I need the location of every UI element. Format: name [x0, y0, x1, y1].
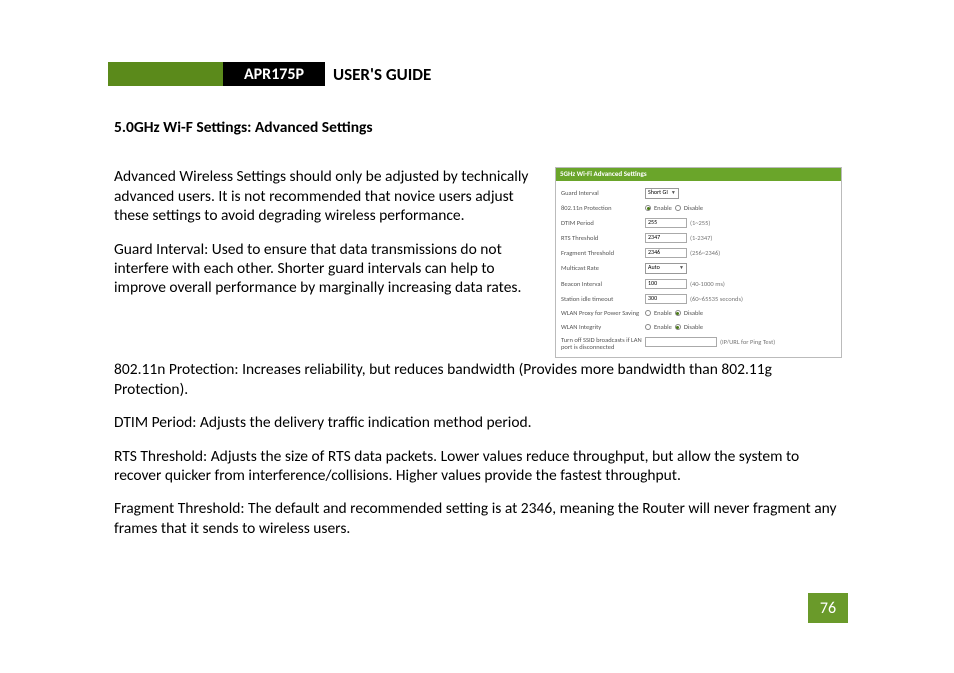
- intro-text: Advanced Wireless Settings should only b…: [114, 167, 545, 358]
- radio-enable-icon[interactable]: [645, 205, 651, 211]
- input-beacon[interactable]: 100: [645, 279, 687, 289]
- input-ping-test[interactable]: [645, 337, 717, 347]
- settings-panel: 5GHz Wi-Fi Advanced Settings Guard Inter…: [555, 167, 842, 358]
- label-fragment: Fragment Threshold: [561, 249, 645, 257]
- header-accent: [108, 62, 223, 86]
- paragraph-dtim: DTIM Period: Adjusts the delivery traffi…: [114, 413, 842, 432]
- radio-integ-disable-label: Disable: [684, 323, 703, 331]
- section-heading: 5.0GHz Wi-F Settings: Advanced Settings: [114, 118, 842, 137]
- hint-fragment: (256~2346): [690, 249, 720, 257]
- paragraph-intro1: Advanced Wireless Settings should only b…: [114, 167, 545, 225]
- radio-proxy-disable-icon[interactable]: [675, 310, 681, 316]
- label-rts: RTS Threshold: [561, 234, 645, 242]
- radio-enable-label: Enable: [654, 204, 672, 212]
- model-badge: APR175P: [223, 62, 325, 86]
- label-wlan-integrity: WLAN Integrity: [561, 323, 645, 331]
- radio-proxy-enable-label: Enable: [654, 309, 672, 317]
- label-turn-off-ssid: Turn off SSID broadcasts if LAN port is …: [561, 337, 645, 351]
- row-wlan-proxy: WLAN Proxy for Power Saving Enable Disab…: [561, 306, 836, 320]
- radio-proxy-enable-icon[interactable]: [645, 310, 651, 316]
- label-wlan-proxy: WLAN Proxy for Power Saving: [561, 309, 645, 317]
- radio-integ-disable-icon[interactable]: [675, 324, 681, 330]
- hint-dtim: (1~255): [690, 219, 710, 227]
- input-dtim[interactable]: 255: [645, 218, 687, 228]
- row-wlan-integrity: WLAN Integrity Enable Disable: [561, 320, 836, 334]
- paragraph-rts: RTS Threshold: Adjusts the size of RTS d…: [114, 447, 842, 486]
- row-rts: RTS Threshold 2347 (1-2347): [561, 230, 836, 245]
- label-dtim: DTIM Period: [561, 219, 645, 227]
- page-header: APR175P USER'S GUIDE: [108, 62, 838, 86]
- radio-disable-icon[interactable]: [675, 205, 681, 211]
- row-multicast: Multicast Rate Auto: [561, 260, 836, 276]
- content-area: 5.0GHz Wi-F Settings: Advanced Settings …: [114, 118, 842, 552]
- paragraph-intro2: Guard Interval: Used to ensure that data…: [114, 240, 545, 298]
- hint-beacon: (40-1000 ms): [690, 280, 725, 288]
- row-80211n-protection: 802.11n Protection Enable Disable: [561, 201, 836, 215]
- page-number: 76: [808, 593, 848, 623]
- hint-rts: (1-2347): [690, 234, 712, 242]
- label-80211n: 802.11n Protection: [561, 204, 645, 212]
- radio-proxy-disable-label: Disable: [684, 309, 703, 317]
- label-beacon: Beacon Interval: [561, 280, 645, 288]
- input-station-idle[interactable]: 300: [645, 294, 687, 304]
- radio-disable-label: Disable: [684, 204, 703, 212]
- paragraph-80211n: 802.11n Protection: Increases reliabilit…: [114, 360, 842, 399]
- row-station-idle: Station idle timeout 300 (60~65535 secon…: [561, 291, 836, 306]
- input-rts[interactable]: 2347: [645, 233, 687, 243]
- row-beacon: Beacon Interval 100 (40-1000 ms): [561, 276, 836, 291]
- select-multicast[interactable]: Auto: [645, 263, 687, 274]
- input-fragment[interactable]: 2346: [645, 248, 687, 258]
- hint-station-idle: (60~65535 seconds): [690, 295, 743, 303]
- row-fragment: Fragment Threshold 2346 (256~2346): [561, 245, 836, 260]
- label-guard-interval: Guard Interval: [561, 189, 645, 197]
- header-title: USER'S GUIDE: [325, 62, 431, 86]
- paragraph-fragment: Fragment Threshold: The default and reco…: [114, 499, 842, 538]
- radio-integ-enable-icon[interactable]: [645, 324, 651, 330]
- row-dtim: DTIM Period 255 (1~255): [561, 215, 836, 230]
- label-station-idle: Station idle timeout: [561, 295, 645, 303]
- hint-ping-test: (IP/URL for Ping Test): [720, 338, 775, 346]
- select-guard-interval[interactable]: Short GI: [645, 188, 679, 199]
- row-guard-interval: Guard Interval Short GI: [561, 185, 836, 201]
- panel-title: 5GHz Wi-Fi Advanced Settings: [556, 168, 841, 181]
- radio-integ-enable-label: Enable: [654, 323, 672, 331]
- row-turn-off-ssid: Turn off SSID broadcasts if LAN port is …: [561, 334, 836, 353]
- label-multicast: Multicast Rate: [561, 264, 645, 272]
